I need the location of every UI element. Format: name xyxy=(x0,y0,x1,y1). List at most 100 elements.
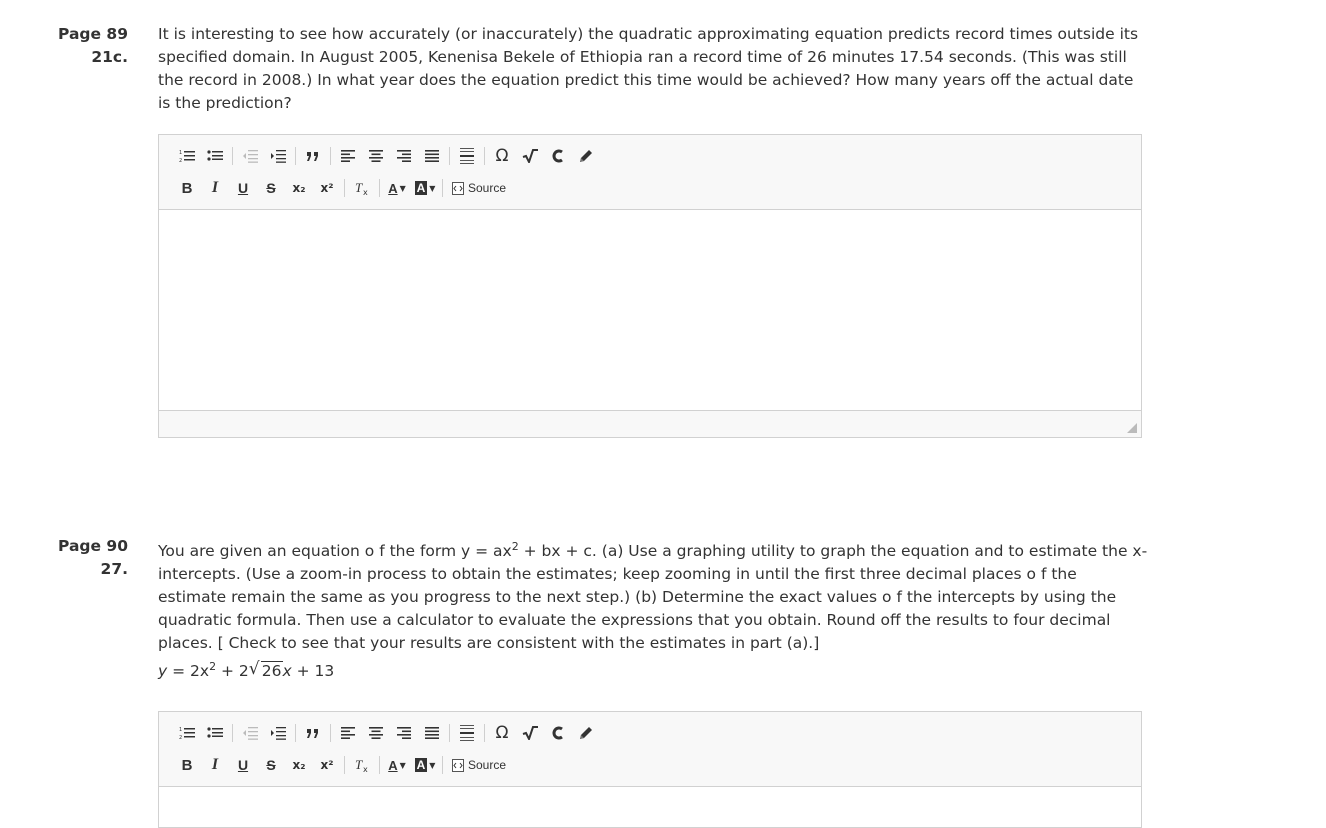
horizontal-rule-icon[interactable] xyxy=(453,722,481,744)
radical-sign: √ xyxy=(248,659,260,679)
remove-format-icon[interactable]: Tx xyxy=(348,177,376,199)
align-justify-icon[interactable] xyxy=(418,145,446,167)
italic-button[interactable]: I xyxy=(201,177,229,199)
toolbar-row-1: 12 Ω xyxy=(173,145,600,167)
question-label: Page 90 27. xyxy=(40,535,128,581)
toolbar-separator xyxy=(449,147,450,165)
blockquote-icon[interactable] xyxy=(299,722,327,744)
text-color-icon: A xyxy=(388,180,398,196)
editor-toolbar: 12 Ω B I U S x₂ x² T x A ▼ A ▼ Source xyxy=(159,135,1141,210)
underline-button[interactable]: U xyxy=(229,754,257,776)
exponent: 2 xyxy=(511,540,519,553)
text-color-button[interactable]: A ▼ xyxy=(383,177,411,199)
align-center-icon[interactable] xyxy=(362,145,390,167)
question-text: It is interesting to see how accurately … xyxy=(158,25,1139,112)
chevron-down-icon: ▼ xyxy=(399,183,406,193)
source-button[interactable]: Source xyxy=(446,754,512,776)
italic-button[interactable]: I xyxy=(201,754,229,776)
chemistry-icon[interactable] xyxy=(544,722,572,744)
toolbar-separator xyxy=(344,756,345,774)
square-root: √ 26 xyxy=(248,659,283,680)
toolbar-separator xyxy=(295,147,296,165)
question-text: You are given an equation o f the form y… xyxy=(158,535,1148,655)
horizontal-rule-icon[interactable] xyxy=(453,145,481,167)
subscript-button[interactable]: x₂ xyxy=(285,754,313,776)
underline-button[interactable]: U xyxy=(229,177,257,199)
square-root-icon[interactable] xyxy=(516,722,544,744)
radicand: 26 xyxy=(260,661,283,680)
align-justify-icon[interactable] xyxy=(418,722,446,744)
chevron-down-icon: ▼ xyxy=(399,760,406,770)
bold-button[interactable]: B xyxy=(173,177,201,199)
special-character-icon[interactable]: Ω xyxy=(488,722,516,744)
page-ref: Page 90 xyxy=(58,537,128,555)
editor-content-area[interactable] xyxy=(159,787,1141,827)
toolbar-separator xyxy=(449,724,450,742)
background-color-icon: A xyxy=(414,758,428,772)
source-button[interactable]: Source xyxy=(446,177,512,199)
numbered-list-icon[interactable]: 12 xyxy=(173,145,201,167)
svg-text:2: 2 xyxy=(179,158,182,163)
editor-toolbar: 12 Ω B I U S x₂ x² T x A ▼ A ▼ Source xyxy=(159,712,1141,787)
bulleted-list-icon[interactable] xyxy=(201,145,229,167)
page-ref: Page 89 xyxy=(58,25,128,43)
toolbar-separator xyxy=(442,756,443,774)
align-center-icon[interactable] xyxy=(362,722,390,744)
svg-text:x: x xyxy=(363,765,368,773)
toolbar-separator xyxy=(379,756,380,774)
subscript-button[interactable]: x₂ xyxy=(285,177,313,199)
pencil-icon[interactable] xyxy=(572,722,600,744)
pencil-icon[interactable] xyxy=(572,145,600,167)
toolbar-row-1: 12 Ω xyxy=(173,722,600,744)
svg-text:T: T xyxy=(355,757,363,772)
align-left-icon[interactable] xyxy=(334,722,362,744)
outdent-icon[interactable] xyxy=(236,145,264,167)
chevron-down-icon: ▼ xyxy=(429,760,436,770)
background-color-icon: A xyxy=(414,181,428,195)
superscript-button[interactable]: x² xyxy=(313,754,341,776)
blockquote-icon[interactable] xyxy=(299,145,327,167)
background-color-button[interactable]: A ▼ xyxy=(411,177,439,199)
svg-text:1: 1 xyxy=(179,727,182,733)
rich-text-editor: 12 Ω B I U S x₂ x² T x A ▼ A ▼ Source xyxy=(158,711,1142,828)
special-character-icon[interactable]: Ω xyxy=(488,145,516,167)
toolbar-separator xyxy=(344,179,345,197)
editor-content-area[interactable] xyxy=(159,210,1141,410)
background-color-button[interactable]: A ▼ xyxy=(411,754,439,776)
bulleted-list-icon[interactable] xyxy=(201,722,229,744)
align-left-icon[interactable] xyxy=(334,145,362,167)
square-root-icon[interactable] xyxy=(516,145,544,167)
source-label: Source xyxy=(468,758,507,772)
toolbar-separator xyxy=(295,724,296,742)
indent-icon[interactable] xyxy=(264,722,292,744)
question-number: 27. xyxy=(100,560,128,578)
toolbar-separator xyxy=(232,147,233,165)
toolbar-row-2: B I U S x₂ x² Tx A ▼ A ▼ Source xyxy=(173,177,512,199)
chevron-down-icon: ▼ xyxy=(429,183,436,193)
indent-icon[interactable] xyxy=(264,145,292,167)
question-label: Page 89 21c. xyxy=(40,23,128,69)
numbered-list-icon[interactable]: 12 xyxy=(173,722,201,744)
text-color-icon: A xyxy=(388,757,398,773)
outdent-icon[interactable] xyxy=(236,722,264,744)
strikethrough-button[interactable]: S xyxy=(257,754,285,776)
toolbar-separator xyxy=(484,724,485,742)
align-right-icon[interactable] xyxy=(390,145,418,167)
editor-status-bar xyxy=(159,410,1141,437)
text-color-button[interactable]: A ▼ xyxy=(383,754,411,776)
remove-format-icon[interactable]: Tx xyxy=(348,754,376,776)
strikethrough-button[interactable]: S xyxy=(257,177,285,199)
source-icon xyxy=(452,758,464,772)
equation-part: + 2 xyxy=(216,662,249,680)
toolbar-separator xyxy=(379,179,380,197)
svg-text:2: 2 xyxy=(179,735,182,740)
superscript-button[interactable]: x² xyxy=(313,177,341,199)
equation-part: + 13 xyxy=(291,662,335,680)
toolbar-separator xyxy=(232,724,233,742)
resize-handle-icon[interactable] xyxy=(1127,423,1137,433)
source-label: Source xyxy=(468,181,507,195)
bold-button[interactable]: B xyxy=(173,754,201,776)
align-right-icon[interactable] xyxy=(390,722,418,744)
chemistry-icon[interactable] xyxy=(544,145,572,167)
toolbar-row-2: B I U S x₂ x² Tx A ▼ A ▼ Source xyxy=(173,754,512,776)
